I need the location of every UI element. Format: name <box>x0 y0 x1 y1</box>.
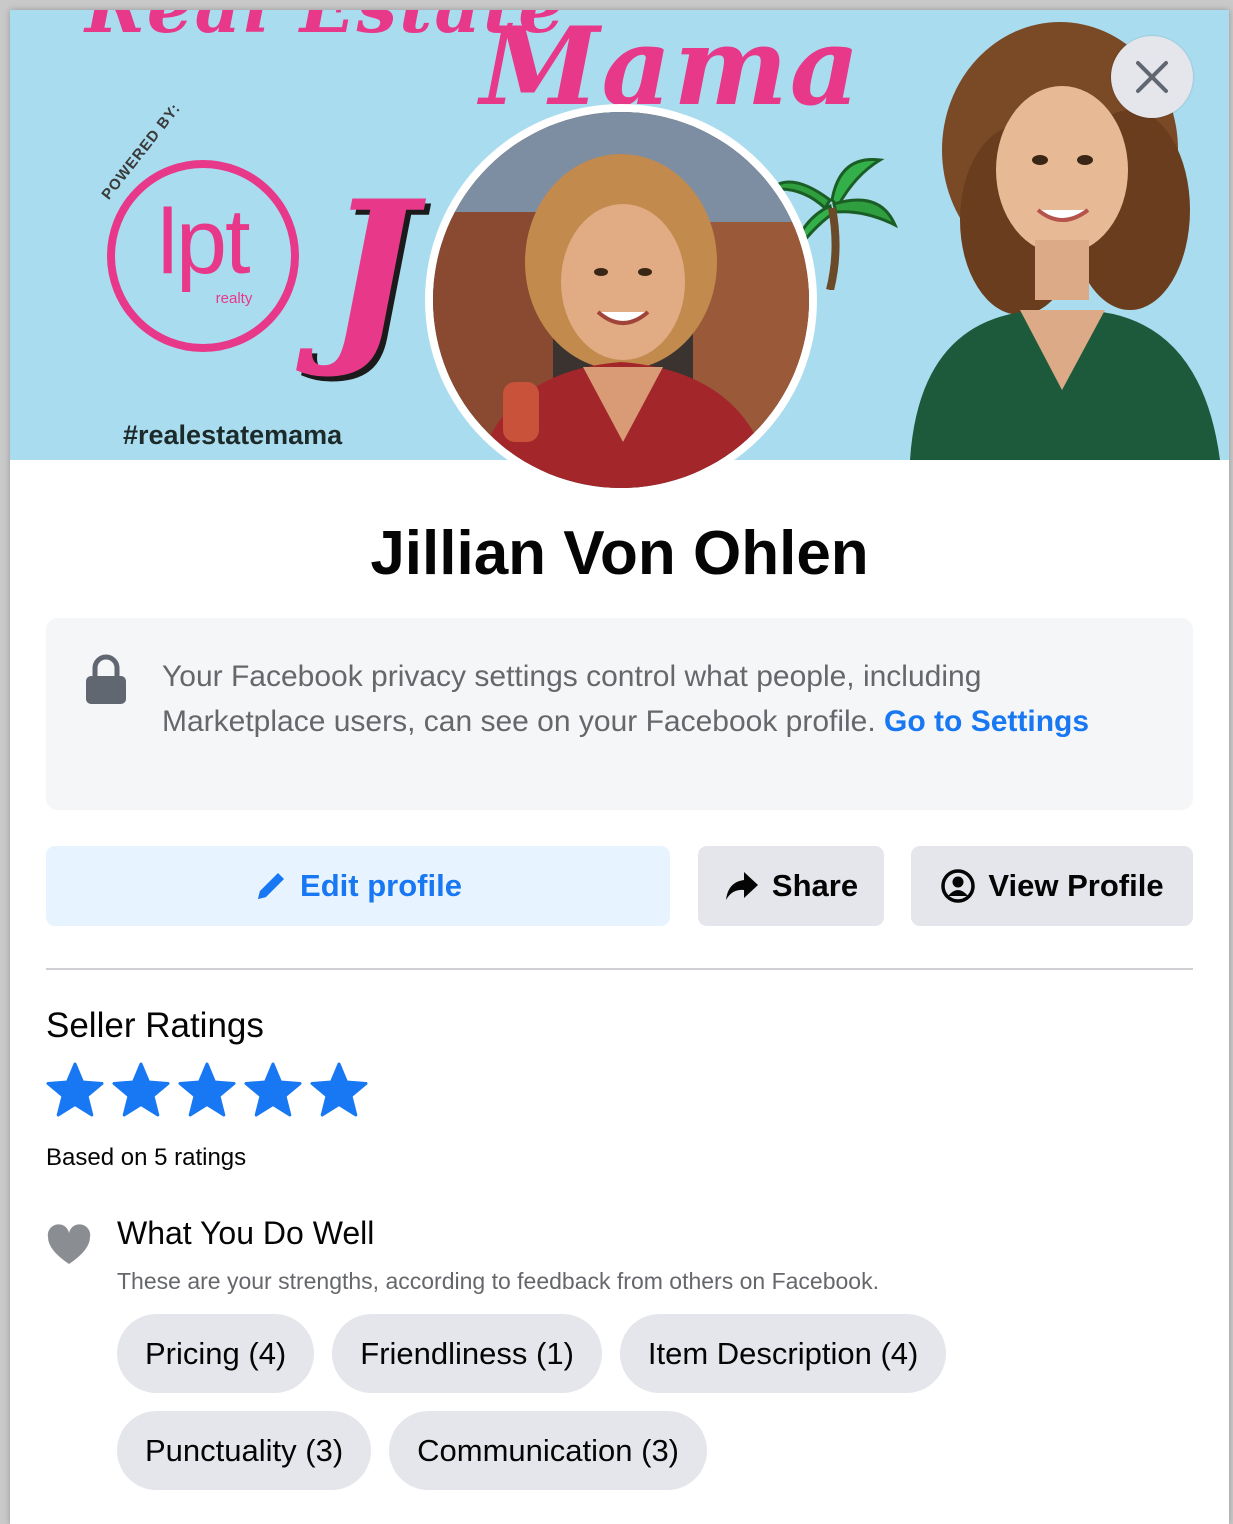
strength-chips: Pricing (4) Friendliness (1) Item Descri… <box>117 1314 1037 1490</box>
section-divider <box>46 968 1193 970</box>
view-profile-label: View Profile <box>988 868 1164 903</box>
cover-initial: J <box>326 159 416 382</box>
lpt-logo-sub: realty <box>215 290 253 307</box>
strength-chip-communication[interactable]: Communication (3) <box>389 1411 708 1490</box>
what-you-do-well-subtitle: These are your strengths, according to f… <box>117 1268 879 1294</box>
what-you-do-well-title: What You Do Well <box>117 1215 375 1251</box>
profile-name: Jillian Von Ohlen <box>370 519 869 588</box>
strength-chip-punctuality[interactable]: Punctuality (3) <box>117 1411 372 1490</box>
close-icon <box>1136 61 1168 93</box>
privacy-text-body: Your Facebook privacy settings control w… <box>162 660 982 738</box>
star-rating <box>46 1062 368 1118</box>
lpt-logo-text: lpt <box>157 191 250 293</box>
share-button[interactable]: Share <box>698 846 884 926</box>
view-profile-button[interactable]: View Profile <box>911 846 1193 926</box>
edit-profile-button[interactable]: Edit profile <box>46 846 670 926</box>
heart-icon <box>47 1224 91 1264</box>
star-icon <box>112 1062 170 1117</box>
marketplace-profile-dialog: Real Estate Mama POWERED BY: lpt realty … <box>10 10 1229 1524</box>
privacy-text: Your Facebook privacy settings control w… <box>162 654 1122 744</box>
user-circle-icon <box>940 868 976 904</box>
pencil-icon <box>254 869 288 903</box>
lpt-logo: lpt realty <box>107 160 299 352</box>
close-button[interactable] <box>1111 36 1193 118</box>
go-to-settings-link[interactable]: Go to Settings <box>884 705 1089 738</box>
star-icon <box>244 1062 302 1117</box>
cover-hashtag: #realestatemama <box>123 420 343 450</box>
edit-profile-label: Edit profile <box>300 868 462 903</box>
avatar-photo <box>433 112 809 488</box>
strength-chip-pricing[interactable]: Pricing (4) <box>117 1314 315 1393</box>
share-arrow-icon <box>724 870 760 902</box>
star-icon <box>178 1062 236 1117</box>
lock-icon <box>86 654 126 704</box>
star-icon <box>310 1062 368 1117</box>
seller-ratings-title: Seller Ratings <box>46 1006 264 1045</box>
strength-chip-friendliness[interactable]: Friendliness (1) <box>332 1314 602 1393</box>
strength-chip-item-description[interactable]: Item Description (4) <box>619 1314 947 1393</box>
share-label: Share <box>771 868 859 903</box>
profile-avatar[interactable] <box>425 104 817 496</box>
star-icon <box>46 1062 104 1117</box>
ratings-count-note: Based on 5 ratings <box>46 1144 247 1171</box>
privacy-notice: Your Facebook privacy settings control w… <box>46 618 1193 810</box>
